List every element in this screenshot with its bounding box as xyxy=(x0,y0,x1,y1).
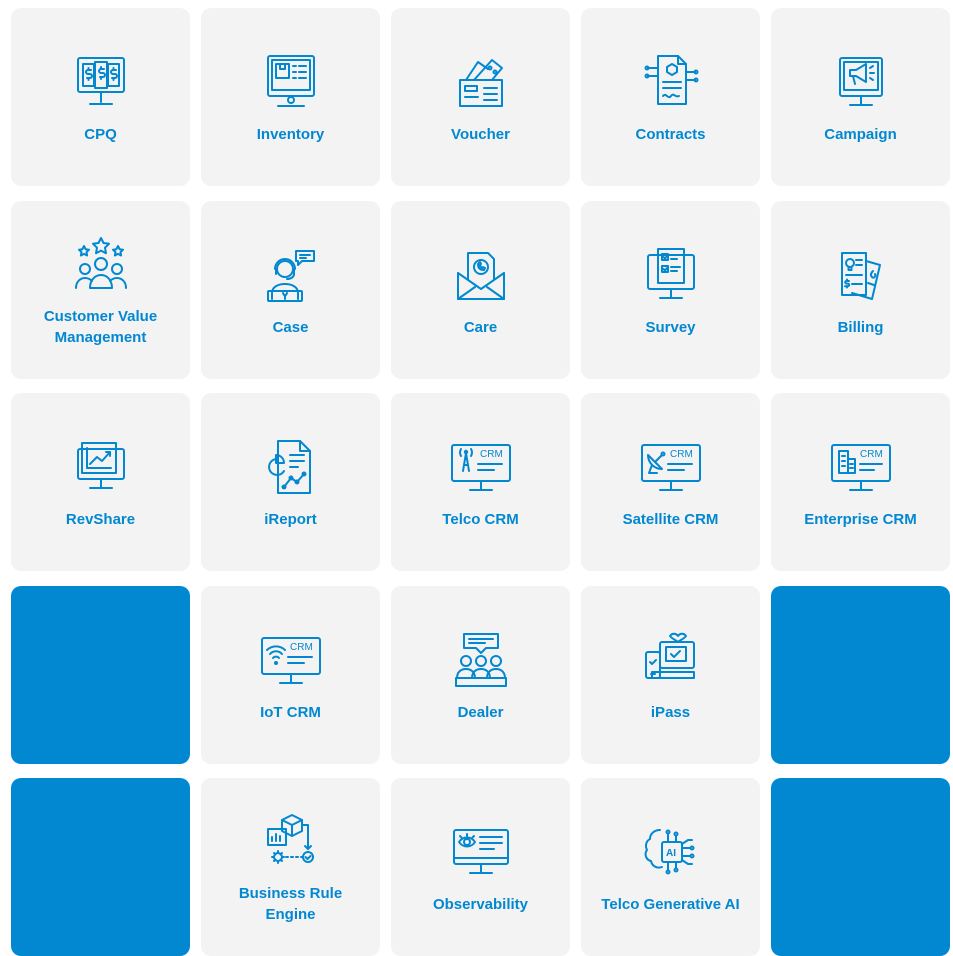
tile-label: Business Rule Engine xyxy=(238,885,343,923)
customers-stars-icon xyxy=(68,232,134,298)
tile-enterprise-crm[interactable]: CRM Enterprise CRM xyxy=(771,393,950,571)
monitor-chart-icon xyxy=(68,435,134,501)
tile-label: Inventory xyxy=(256,125,325,143)
tile-label: Customer Value Management xyxy=(43,308,158,346)
tile-dealer[interactable]: Dealer xyxy=(391,586,570,764)
rule-engine-icon xyxy=(258,809,324,875)
tile-telco-crm[interactable]: CRM Telco CRM xyxy=(391,393,570,571)
tile-voucher[interactable]: Voucher xyxy=(391,8,570,186)
support-agent-icon xyxy=(258,243,324,309)
monitor-satellite-icon: CRM xyxy=(638,435,704,501)
monitor-dollar-icon xyxy=(68,50,134,116)
tile-satellite-crm[interactable]: CRM Satellite CRM xyxy=(581,393,760,571)
icon-text: CRM xyxy=(290,642,313,653)
tile-label: Campaign xyxy=(824,125,897,143)
tile-label: iReport xyxy=(264,510,317,528)
monitor-tower-icon: CRM xyxy=(448,435,514,501)
tile-ireport[interactable]: iReport xyxy=(201,393,380,571)
envelope-phone-icon xyxy=(448,243,514,309)
tile-label: RevShare xyxy=(65,510,136,528)
tile-label: iPass xyxy=(650,703,691,721)
tile-care[interactable]: Care xyxy=(391,201,570,379)
icon-text: AI xyxy=(666,848,676,859)
tile-label: Case xyxy=(272,318,309,336)
megaphone-monitor-icon xyxy=(828,50,894,116)
tile-survey[interactable]: Survey xyxy=(581,201,760,379)
dealer-group-icon xyxy=(448,628,514,694)
tile-label: Contracts xyxy=(635,125,706,143)
tile-customer-value-management[interactable]: Customer Value Management xyxy=(11,201,190,379)
envelope-voucher-icon xyxy=(448,50,514,116)
tile-label: Telco CRM xyxy=(442,510,519,528)
monitor-checklist-icon xyxy=(638,243,704,309)
monitor-eye-icon xyxy=(448,820,514,886)
tile-observability[interactable]: Observability xyxy=(391,778,570,956)
tile-business-rule-engine[interactable]: Business Rule Engine xyxy=(201,778,380,956)
blank-tile xyxy=(11,586,190,764)
tile-label: Care xyxy=(463,318,498,336)
tile-cpq[interactable]: CPQ xyxy=(11,8,190,186)
tile-label: Observability xyxy=(432,895,529,913)
tile-label: Satellite CRM xyxy=(622,510,719,528)
monitor-inventory-icon xyxy=(258,50,324,116)
tile-inventory[interactable]: Inventory xyxy=(201,8,380,186)
blank-tile xyxy=(11,778,190,956)
blank-tile xyxy=(771,778,950,956)
monitor-wifi-icon: CRM xyxy=(258,628,324,694)
tile-contracts[interactable]: Contracts xyxy=(581,8,760,186)
contract-document-icon xyxy=(638,50,704,116)
icon-text: CRM xyxy=(670,449,693,460)
tile-revshare[interactable]: RevShare xyxy=(11,393,190,571)
tile-ipass[interactable]: iPass xyxy=(581,586,760,764)
tile-label: CPQ xyxy=(84,125,117,143)
tile-label: Enterprise CRM xyxy=(804,510,917,528)
report-document-icon xyxy=(258,435,324,501)
tile-label: Billing xyxy=(837,318,884,336)
tile-campaign[interactable]: Campaign xyxy=(771,8,950,186)
icon-text: CRM xyxy=(480,449,503,460)
tile-label: Survey xyxy=(645,318,696,336)
monitor-building-icon: CRM xyxy=(828,435,894,501)
tile-iot-crm[interactable]: CRM IoT CRM xyxy=(201,586,380,764)
tile-case[interactable]: Case xyxy=(201,201,380,379)
invoice-icon xyxy=(828,243,894,309)
tile-label: Telco Generative AI xyxy=(601,895,740,913)
blank-tile xyxy=(771,586,950,764)
tile-label: Voucher xyxy=(451,125,510,143)
devices-icon xyxy=(638,628,704,694)
ai-chip-icon: AI xyxy=(638,820,704,886)
product-grid: CPQ Inventory Voucher Contracts Campaign… xyxy=(0,0,953,956)
tile-label: IoT CRM xyxy=(260,703,321,721)
tile-billing[interactable]: Billing xyxy=(771,201,950,379)
icon-text: CRM xyxy=(860,449,883,460)
tile-telco-generative-ai[interactable]: AI Telco Generative AI xyxy=(581,778,760,956)
tile-label: Dealer xyxy=(457,703,504,721)
